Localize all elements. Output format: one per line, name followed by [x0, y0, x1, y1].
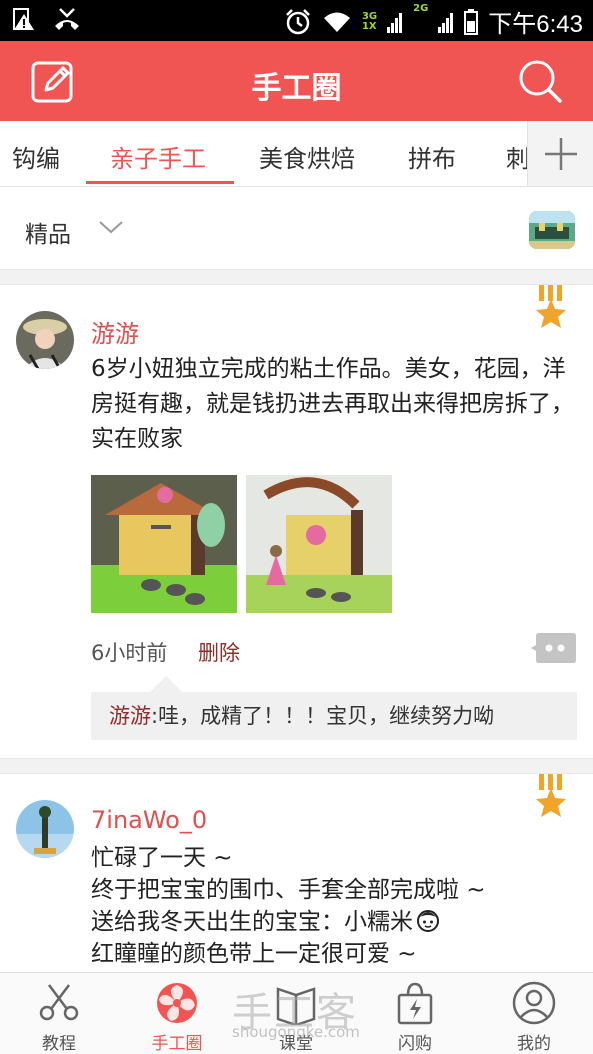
nav-flash-sale[interactable]: 闪购	[356, 973, 474, 1054]
alarm-icon	[286, 8, 310, 34]
status-bar: 3G 1X 2G 下午6:43	[0, 0, 593, 41]
tab-baking[interactable]: 美食烘焙	[259, 139, 355, 174]
battery-icon	[464, 8, 479, 35]
section-divider	[0, 269, 593, 285]
post-timestamp: 6小时前	[91, 641, 168, 665]
nav-tutorials[interactable]: 教程	[0, 973, 118, 1054]
network-type-2g: 2G	[413, 3, 429, 14]
baby-face-icon	[417, 910, 439, 932]
post-content-line-with-emoji: 送给我冬天出生的宝宝：小糯米	[91, 906, 581, 938]
post-content: 6岁小妞独立完成的粘土作品。美女，花园，洋房挺有趣，就是钱扔进去再取出来得把房拆…	[91, 356, 574, 452]
featured-badge-icon	[536, 774, 566, 817]
tab-patchwork[interactable]: 拼布	[408, 139, 456, 174]
plus-icon	[545, 138, 577, 170]
circle-thumbnail[interactable]	[529, 211, 575, 249]
delete-button[interactable]: 删除	[198, 637, 240, 667]
nav-profile[interactable]: 我的	[475, 973, 593, 1054]
post-content-line: 终于把宝宝的围巾、手套全部完成啦 ~	[91, 877, 486, 903]
clay-house-photo	[91, 475, 237, 613]
comment-item[interactable]: 游游:哇，成精了！！！宝贝，继续努力呦	[91, 692, 577, 740]
chevron-down-icon[interactable]	[98, 217, 124, 237]
profile-icon	[512, 981, 556, 1025]
network-type-3g: 3G	[361, 10, 378, 22]
missed-call-icon	[55, 8, 79, 30]
avatar[interactable]	[16, 311, 74, 369]
wifi-icon	[323, 12, 350, 32]
clay-garden-photo	[246, 475, 392, 613]
filter-bar: 精品	[0, 187, 593, 269]
avatar-image	[16, 311, 74, 369]
post-photo[interactable]	[91, 475, 237, 613]
scissors-icon	[39, 984, 79, 1021]
nav-label: 教程	[42, 1034, 76, 1054]
nav-craft-circle[interactable]: 手工圈	[118, 973, 236, 1054]
status-time: 下午6:43	[488, 11, 583, 38]
post-content-line: 红瞳瞳的颜色带上一定很可爱 ~	[91, 941, 417, 967]
nav-label: 手工圈	[151, 1034, 203, 1054]
tab-parent-child[interactable]: 亲子手工	[110, 139, 206, 174]
post-content-line: 忙碌了一天 ~	[91, 845, 233, 871]
comment-text: :哇，成精了！！！宝贝，继续努力呦	[151, 704, 495, 728]
shopping-bag-icon	[397, 982, 433, 1025]
thumbnail-image	[529, 211, 575, 249]
comment-icon[interactable]	[531, 631, 577, 665]
section-divider	[0, 758, 593, 774]
app-header: 手工圈	[0, 41, 593, 121]
tab-crochet[interactable]: 钩编	[12, 139, 60, 174]
page-title: 手工圈	[251, 71, 342, 106]
filter-dropdown[interactable]: 精品	[25, 215, 71, 249]
post-content: 忙碌了一天 ~ 终于把宝宝的围巾、手套全部完成啦 ~ 送给我冬天出生的宝宝：小糯…	[91, 842, 581, 972]
post-username[interactable]: 7inaWo_0	[91, 806, 207, 834]
post-username[interactable]: 游游	[91, 314, 139, 349]
post-photo[interactable]	[246, 475, 392, 613]
watermark-url: shougongke.com	[232, 1023, 360, 1041]
avatar[interactable]	[16, 800, 74, 858]
featured-badge-icon	[536, 285, 566, 328]
flower-icon	[157, 983, 197, 1023]
signal-icon-1	[387, 12, 403, 33]
network-type-1x: 1X	[361, 20, 377, 32]
post-content-line: 送给我冬天出生的宝宝：小糯米	[91, 909, 413, 935]
warning-icon	[13, 8, 34, 30]
comment-author[interactable]: 游游	[109, 704, 151, 728]
network-indicator-1: 3G 1X	[361, 10, 378, 32]
active-tab-indicator	[86, 181, 234, 184]
signal-icon-2	[438, 12, 454, 33]
search-icon[interactable]	[517, 58, 563, 104]
comment-pointer	[150, 676, 182, 692]
category-tabs: 钩编 亲子手工 美食烘焙 拼布 刺	[0, 121, 593, 187]
nav-label: 我的	[517, 1034, 551, 1054]
avatar-image	[16, 800, 74, 858]
nav-label: 闪购	[398, 1034, 432, 1054]
add-tab-button[interactable]	[527, 121, 593, 186]
